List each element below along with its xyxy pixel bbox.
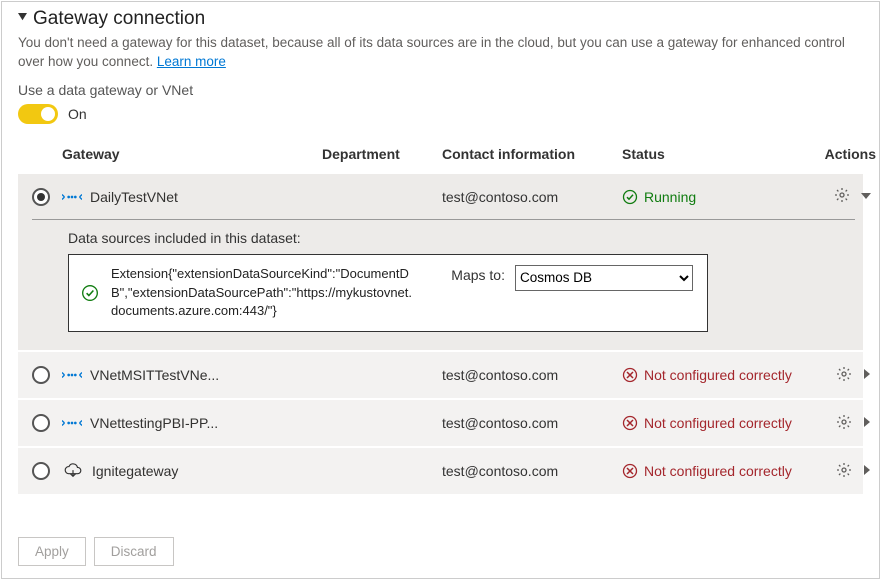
contact-cell: test@contoso.com	[442, 415, 622, 431]
contact-cell: test@contoso.com	[442, 189, 622, 205]
table-row[interactable]: DailyTestVNet test@contoso.com Running	[18, 172, 863, 220]
expanded-datasources: Data sources included in this dataset: E…	[18, 220, 863, 351]
gear-icon[interactable]	[834, 187, 850, 206]
gear-icon[interactable]	[836, 366, 852, 385]
col-status: Status	[622, 146, 822, 162]
table-row[interactable]: VNetMSITTestVNe... test@contoso.com Not …	[18, 350, 863, 398]
check-circle-icon	[622, 189, 638, 205]
chevron-right-icon[interactable]	[862, 367, 872, 383]
status-cell: Not configured correctly	[622, 463, 822, 479]
table-row[interactable]: Ignitegateway test@contoso.com Not confi…	[18, 446, 863, 494]
datasource-box: Extension{"extensionDataSourceKind":"Doc…	[68, 254, 708, 333]
gateway-toggle[interactable]	[18, 104, 58, 124]
description-text: You don't need a gateway for this datase…	[18, 34, 863, 72]
vnet-icon	[62, 189, 82, 205]
gateway-table: Gateway Department Contact information S…	[18, 138, 863, 495]
toggle-state-text: On	[68, 106, 87, 122]
select-radio[interactable]	[32, 188, 50, 206]
col-department: Department	[322, 146, 442, 162]
check-circle-icon	[81, 284, 105, 302]
use-gateway-label: Use a data gateway or VNet	[18, 82, 863, 98]
status-text: Not configured correctly	[644, 415, 792, 431]
gateway-connection-panel: Gateway connection You don't need a gate…	[1, 1, 880, 579]
maps-to-select[interactable]: Cosmos DB	[515, 265, 693, 291]
gateway-name: VNetMSITTestVNe...	[90, 367, 219, 383]
collapse-caret-icon[interactable]	[18, 13, 27, 25]
learn-more-link[interactable]: Learn more	[157, 54, 226, 69]
col-contact: Contact information	[442, 146, 622, 162]
status-cell: Running	[622, 189, 822, 205]
cloud-gateway-icon	[62, 463, 84, 479]
chevron-right-icon[interactable]	[862, 415, 872, 431]
status-cell: Not configured correctly	[622, 415, 822, 431]
gear-icon[interactable]	[836, 414, 852, 433]
maps-to-label: Maps to:	[419, 265, 509, 283]
gateway-name: Ignitegateway	[92, 463, 178, 479]
table-row[interactable]: VNettestingPBI-PP... test@contoso.com No…	[18, 398, 863, 446]
status-cell: Not configured correctly	[622, 367, 822, 383]
datasource-text: Extension{"extensionDataSourceKind":"Doc…	[111, 265, 413, 322]
discard-button[interactable]: Discard	[94, 537, 174, 566]
error-circle-icon	[622, 463, 638, 479]
col-gateway: Gateway	[62, 146, 322, 162]
gateway-cell: Ignitegateway	[62, 463, 322, 479]
error-circle-icon	[622, 415, 638, 431]
status-text: Not configured correctly	[644, 463, 792, 479]
page-title: Gateway connection	[33, 8, 205, 30]
select-radio[interactable]	[32, 462, 50, 480]
gateway-cell: VNettestingPBI-PP...	[62, 415, 322, 431]
gear-icon[interactable]	[836, 462, 852, 481]
status-text: Not configured correctly	[644, 367, 792, 383]
chevron-right-icon[interactable]	[862, 463, 872, 479]
vnet-icon	[62, 367, 82, 383]
select-radio[interactable]	[32, 366, 50, 384]
contact-cell: test@contoso.com	[442, 463, 622, 479]
gateway-cell: DailyTestVNet	[62, 189, 322, 205]
gateway-cell: VNetMSITTestVNe...	[62, 367, 322, 383]
gateway-name: DailyTestVNet	[90, 189, 178, 205]
select-radio[interactable]	[32, 414, 50, 432]
apply-button[interactable]: Apply	[18, 537, 86, 566]
error-circle-icon	[622, 367, 638, 383]
datasources-title: Data sources included in this dataset:	[68, 230, 847, 246]
vnet-icon	[62, 415, 82, 431]
table-header-row: Gateway Department Contact information S…	[18, 138, 863, 172]
gateway-name: VNettestingPBI-PP...	[90, 415, 218, 431]
status-text: Running	[644, 189, 696, 205]
contact-cell: test@contoso.com	[442, 367, 622, 383]
chevron-down-icon[interactable]	[860, 189, 872, 205]
col-actions: Actions	[822, 146, 881, 162]
description-prefix: You don't need a gateway for this datase…	[18, 35, 845, 69]
